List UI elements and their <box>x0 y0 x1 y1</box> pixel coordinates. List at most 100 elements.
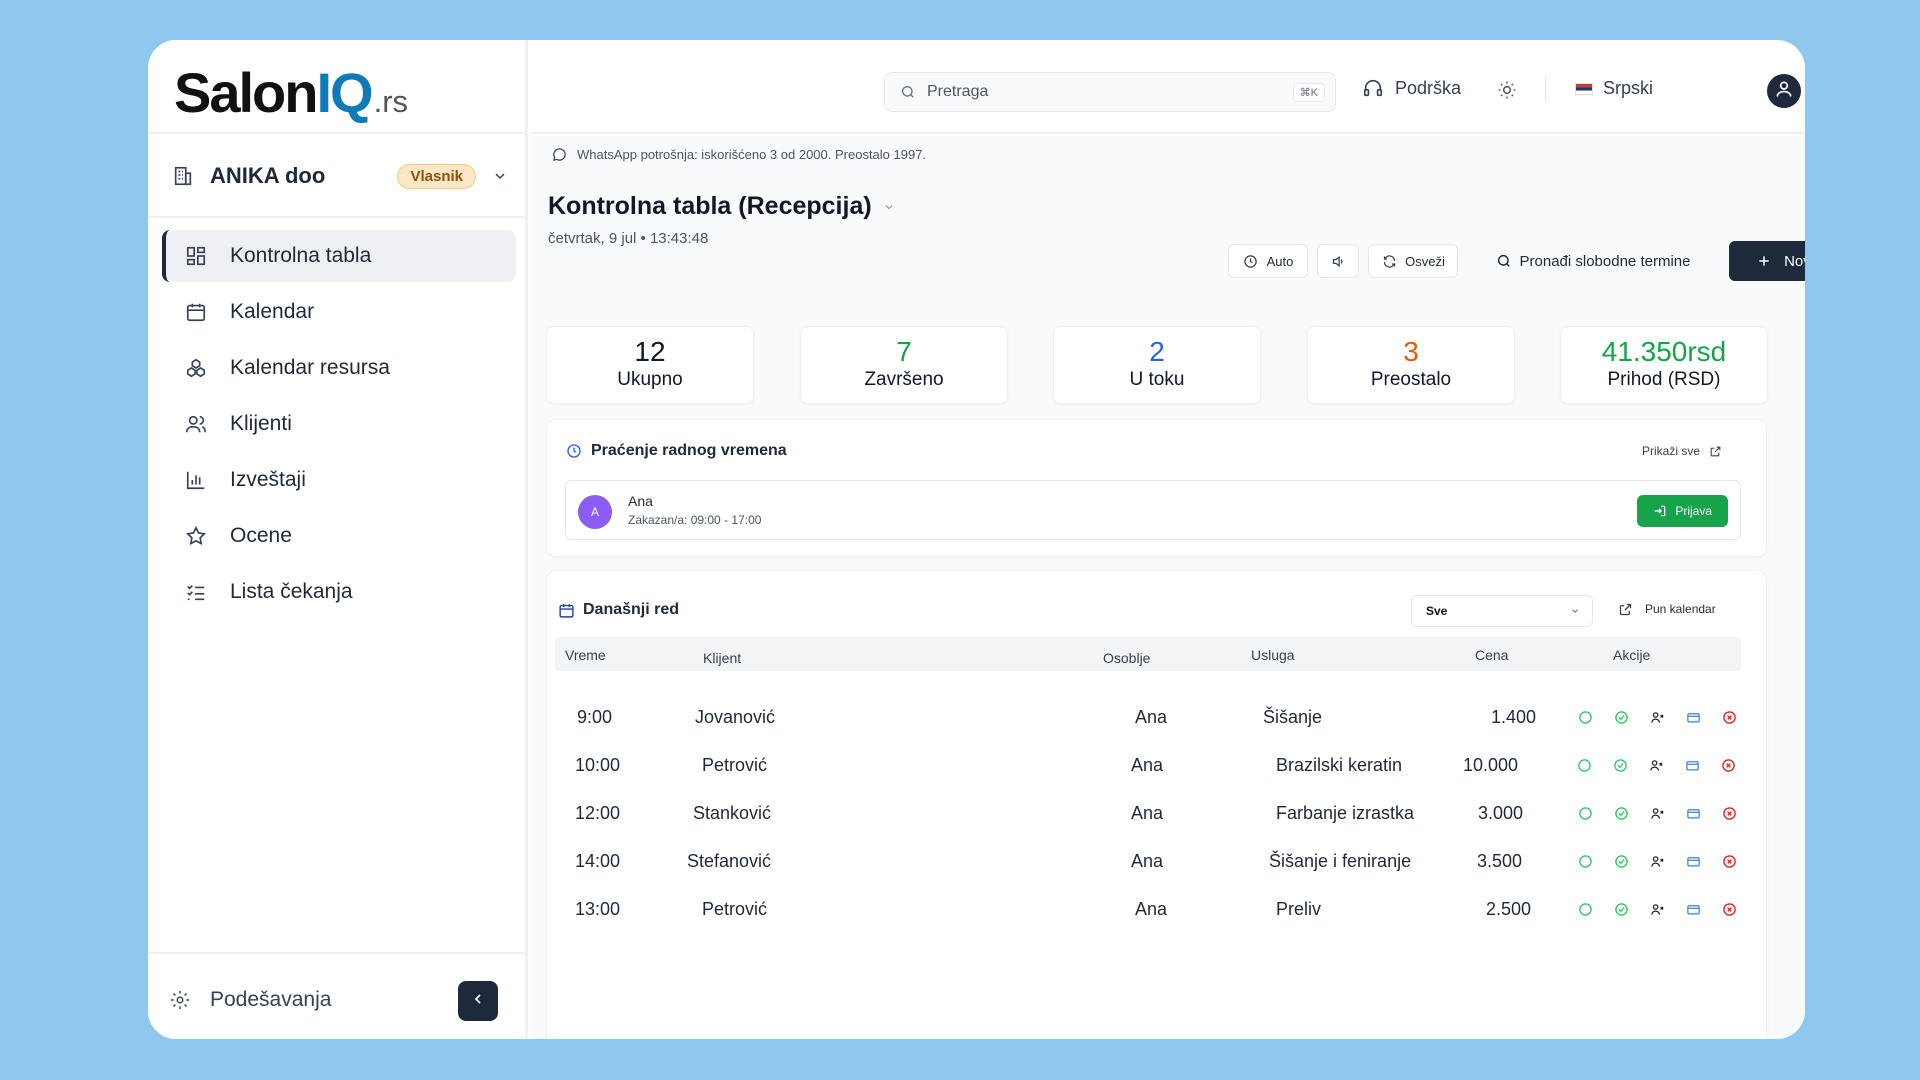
card-icon[interactable] <box>1684 757 1700 773</box>
cell-service: Šišanje i feniranje <box>1269 851 1412 871</box>
sidebar-item-calendar[interactable]: Kalendar <box>162 286 516 338</box>
row-actions <box>1577 709 1757 725</box>
card-icon[interactable] <box>1685 805 1701 821</box>
column-header-price[interactable]: Cena <box>1475 647 1508 663</box>
filter-value: Sve <box>1426 604 1448 618</box>
table-row[interactable]: 13:00 Petrović Ana Preliv 2.500 <box>547 887 1757 935</box>
divider <box>148 132 528 134</box>
circle-icon[interactable] <box>1576 757 1592 773</box>
sound-toggle-button[interactable] <box>1317 244 1359 278</box>
collapse-sidebar-button[interactable] <box>458 981 498 1021</box>
table-row[interactable]: 12:00 Stanković Ana Farbanje izrastka 3.… <box>547 791 1757 839</box>
table-row[interactable]: 10:00 Petrović Ana Brazilski keratin 10.… <box>547 743 1757 791</box>
cancel-icon[interactable] <box>1721 901 1737 917</box>
support-label: Podrška <box>1395 77 1462 98</box>
user-avatar[interactable] <box>1767 74 1801 108</box>
cell-time: 14:00 <box>575 851 621 871</box>
cancel-icon[interactable] <box>1721 853 1737 869</box>
logo[interactable]: Salon IQ .rs <box>174 60 408 130</box>
cell-staff: Ana <box>1131 803 1164 823</box>
user-x-icon[interactable] <box>1649 709 1665 725</box>
check-circle-icon[interactable] <box>1613 853 1629 869</box>
cancel-icon[interactable] <box>1720 757 1736 773</box>
stat-remaining: 3 Preostalo <box>1307 326 1515 404</box>
settings-link[interactable]: Podešavanja <box>168 980 508 1020</box>
full-calendar-label: Pun kalendar <box>1645 602 1716 616</box>
user-x-icon[interactable] <box>1648 757 1664 773</box>
cell-service: Šišanje <box>1263 707 1323 727</box>
cell-client[interactable]: Stefanović <box>687 851 771 872</box>
bar-chart-icon <box>184 468 208 492</box>
list-check-icon <box>184 580 208 604</box>
column-header-service[interactable]: Usluga <box>1251 647 1295 663</box>
check-circle-icon[interactable] <box>1612 757 1628 773</box>
cancel-icon[interactable] <box>1721 709 1737 725</box>
show-all-link[interactable]: Prikaži sve <box>1642 444 1722 458</box>
theme-toggle-sun-icon[interactable] <box>1495 78 1519 102</box>
page-title[interactable]: Kontrolna tabla (Recepcija) <box>548 192 896 221</box>
stat-value: 12 <box>634 336 666 367</box>
external-link-icon <box>1617 601 1633 617</box>
sidebar-item-waitlist[interactable]: Lista čekanja <box>162 566 516 618</box>
circle-icon[interactable] <box>1577 709 1593 725</box>
cell-client[interactable]: Jovanović <box>695 707 775 728</box>
cell-client[interactable]: Stanković <box>693 803 771 824</box>
card-icon[interactable] <box>1685 853 1701 869</box>
find-free-slots-label: Pronađi slobodne termine <box>1519 252 1691 270</box>
external-link-icon <box>1708 444 1722 458</box>
refresh-icon <box>1381 253 1397 269</box>
org-name: ANIKA doo <box>210 163 326 188</box>
status-filter-select[interactable]: Sve <box>1411 595 1593 627</box>
sidebar-item-dashboard[interactable]: Kontrolna tabla <box>162 230 516 282</box>
search-icon <box>1496 253 1512 269</box>
divider <box>1545 76 1546 102</box>
cell-price: 3.500 <box>1476 851 1522 871</box>
cell-staff: Ana <box>1131 755 1164 775</box>
new-appointment-button[interactable]: Novi termin <box>1729 241 1805 281</box>
check-circle-icon[interactable] <box>1613 709 1629 725</box>
search-input[interactable]: Pretraga ⌘K <box>884 72 1336 112</box>
logo-part-salon: Salon <box>174 61 318 124</box>
row-actions <box>1576 757 1756 773</box>
circle-icon[interactable] <box>1577 805 1593 821</box>
card-icon[interactable] <box>1685 709 1701 725</box>
find-free-slots-button[interactable]: Pronađi slobodne termine <box>1468 241 1718 281</box>
auto-refresh-button[interactable]: Auto <box>1228 244 1308 278</box>
role-badge: Vlasnik <box>397 163 476 189</box>
user-x-icon[interactable] <box>1649 853 1665 869</box>
check-circle-icon[interactable] <box>1613 901 1629 917</box>
sidebar-item-resource-calendar[interactable]: Kalendar resursa <box>162 342 516 394</box>
sidebar-item-reports[interactable]: Izveštaji <box>162 454 516 506</box>
org-switcher[interactable]: ANIKA doo Vlasnik <box>170 154 510 198</box>
sidebar-item-clients[interactable]: Klijenti <box>162 398 516 450</box>
show-all-label: Prikaži sve <box>1642 444 1701 458</box>
refresh-button[interactable]: Osveži <box>1368 244 1458 278</box>
check-in-button[interactable]: Prijava <box>1637 495 1728 527</box>
table-row[interactable]: 14:00 Stefanović Ana Šišanje i feniranje… <box>547 839 1757 887</box>
support-button[interactable]: Podrška <box>1361 76 1461 100</box>
stat-value: 7 <box>896 336 912 367</box>
card-icon[interactable] <box>1685 901 1701 917</box>
employee-schedule: Zakazan/a: 09:00 - 17:00 <box>628 513 762 527</box>
column-header-time[interactable]: Vreme <box>565 647 606 663</box>
column-header-staff[interactable]: Osoblje <box>1103 650 1150 666</box>
column-header-client[interactable]: Klijent <box>703 650 741 666</box>
user-x-icon[interactable] <box>1649 805 1665 821</box>
stat-value: 41.350rsd <box>1601 336 1727 367</box>
cell-price: 10.000 <box>1462 755 1518 775</box>
check-circle-icon[interactable] <box>1613 805 1629 821</box>
full-calendar-link[interactable]: Pun kalendar <box>1617 601 1716 617</box>
resources-icon <box>184 356 208 380</box>
stat-label: Preostalo <box>1370 369 1452 390</box>
flag-icon <box>1575 82 1593 95</box>
user-x-icon[interactable] <box>1649 901 1665 917</box>
cell-client[interactable]: Petrović <box>702 899 767 920</box>
language-selector[interactable]: Srpski <box>1575 78 1653 99</box>
table-row[interactable]: 9:00 Jovanović Ana Šišanje 1.400 <box>547 695 1757 743</box>
circle-icon[interactable] <box>1577 901 1593 917</box>
sidebar-item-ratings[interactable]: Ocene <box>162 510 516 562</box>
chevron-down-icon[interactable] <box>490 166 510 186</box>
cell-client[interactable]: Petrović <box>702 755 767 776</box>
cancel-icon[interactable] <box>1721 805 1737 821</box>
circle-icon[interactable] <box>1577 853 1593 869</box>
